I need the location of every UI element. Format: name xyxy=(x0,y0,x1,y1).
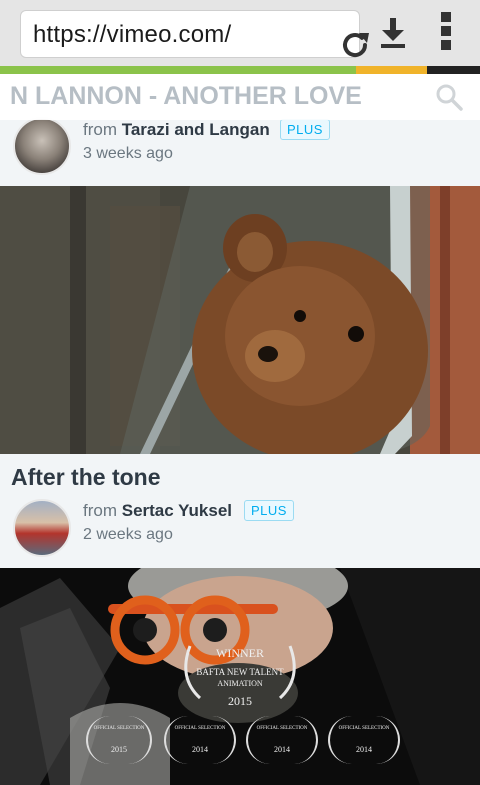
laurel-year: 2014 xyxy=(274,745,290,754)
reload-icon[interactable] xyxy=(337,27,373,63)
laurel-badge: OFFICIAL SELECTION 2014 xyxy=(164,716,236,764)
sticky-video-title-bar: N LANNON - ANOTHER LOVE xyxy=(0,74,480,120)
laurel-label: OFFICIAL SELECTION xyxy=(338,726,390,731)
laurel-year: 2015 xyxy=(111,745,127,754)
video-thumbnail[interactable]: WINNER BAFTA NEW TALENT ANIMATION 2015 O… xyxy=(0,568,480,785)
plus-badge: PLUS xyxy=(244,500,294,521)
author-line: from Sertac Yuksel xyxy=(83,501,232,521)
laurel-row: OFFICIAL SELECTION 2015 OFFICIAL SELECTI… xyxy=(86,716,406,766)
sticky-video-title[interactable]: N LANNON - ANOTHER LOVE xyxy=(10,82,362,111)
author-avatar[interactable] xyxy=(13,499,71,557)
address-bar[interactable]: https://vimeo.com/ xyxy=(20,10,369,58)
laurel-badge: OFFICIAL SELECTION 2014 xyxy=(246,716,318,764)
laurel-badge: OFFICIAL SELECTION 2015 xyxy=(86,716,152,764)
author-link[interactable]: Tarazi and Langan xyxy=(122,120,270,139)
laurel-label: OFFICIAL SELECTION xyxy=(256,726,308,731)
award-text-bafta: BAFTA NEW TALENT xyxy=(196,667,284,677)
author-avatar[interactable] xyxy=(13,117,71,175)
author-line: from Tarazi and Langan xyxy=(83,120,270,140)
from-label: from xyxy=(83,120,117,139)
award-text-year: 2015 xyxy=(228,694,252,708)
posted-time: 2 weeks ago xyxy=(83,526,173,543)
laurel-year: 2014 xyxy=(192,745,208,754)
plus-badge: PLUS xyxy=(280,119,330,140)
posted-time: 3 weeks ago xyxy=(83,145,173,162)
award-text-winner: WINNER xyxy=(216,646,264,660)
laurel-label: OFFICIAL SELECTION xyxy=(174,726,226,731)
from-label: from xyxy=(83,501,117,520)
laurel-year: 2014 xyxy=(356,745,372,754)
progress-loaded xyxy=(0,66,356,74)
page-load-progress-bar xyxy=(0,66,480,74)
overflow-menu-icon[interactable] xyxy=(438,10,454,56)
author-link[interactable]: Sertac Yuksel xyxy=(122,501,232,520)
download-icon[interactable] xyxy=(378,16,408,50)
video-thumbnail[interactable] xyxy=(0,186,480,454)
url-text[interactable]: https://vimeo.com/ xyxy=(33,21,231,49)
award-text-category: ANIMATION xyxy=(217,679,263,688)
laurel-label: OFFICIAL SELECTION xyxy=(93,726,145,731)
laurel-badge: OFFICIAL SELECTION 2014 xyxy=(328,716,400,764)
search-icon[interactable] xyxy=(434,82,464,112)
teddy-bear-image xyxy=(0,186,480,454)
browser-toolbar: https://vimeo.com/ xyxy=(0,0,480,66)
progress-loading xyxy=(356,66,427,74)
video-title[interactable]: After the tone xyxy=(11,464,161,491)
